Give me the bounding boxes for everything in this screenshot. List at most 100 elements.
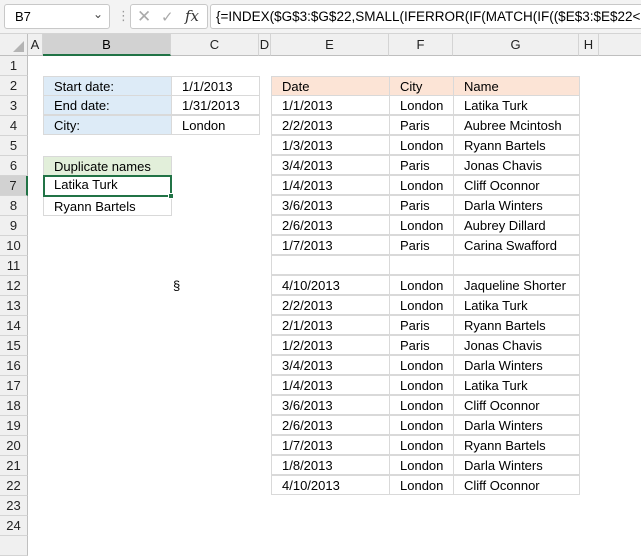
row-header-18[interactable]: 18 [0,396,28,416]
table-cell-name[interactable]: Ryann Bartels [453,315,580,335]
select-all-button[interactable] [0,34,28,56]
end-date-value[interactable]: 1/31/2013 [171,95,260,115]
table-cell-date[interactable]: 2/2/2013 [271,295,390,315]
table-cell-city[interactable]: London [389,395,454,415]
table-cell-city[interactable]: London [389,375,454,395]
table-cell-date[interactable]: 2/1/2013 [271,315,390,335]
row-header-15[interactable]: 15 [0,336,28,356]
column-header-c[interactable]: C [171,34,259,56]
row-header-2[interactable]: 2 [0,76,28,96]
close-icon[interactable]: ✕ [137,7,151,27]
table-cell-date[interactable]: 1/2/2013 [271,335,390,355]
table-cell-name[interactable]: Aubree Mcintosh [453,115,580,135]
table-cell-city[interactable]: Paris [389,315,454,335]
table-cell-city[interactable]: Paris [389,155,454,175]
table-cell-date[interactable]: 3/6/2013 [271,195,390,215]
table-cell-city[interactable]: London [389,135,454,155]
table-cell-name[interactable]: Aubrey Dillard [453,215,580,235]
table-cell-city[interactable]: Paris [389,335,454,355]
fill-handle[interactable] [168,193,174,199]
row-header-14[interactable]: 14 [0,316,28,336]
table-cell-date[interactable]: 3/4/2013 [271,355,390,375]
row-header-20[interactable]: 20 [0,436,28,456]
row-header-19[interactable]: 19 [0,416,28,436]
city-value[interactable]: London [171,115,260,135]
table-cell-name[interactable]: Ryann Bartels [453,135,580,155]
row-header-3[interactable]: 3 [0,96,28,116]
table-cell-name[interactable]: Jonas Chavis [453,335,580,355]
table-header-city[interactable]: City [389,76,454,96]
table-cell-date[interactable]: 3/6/2013 [271,395,390,415]
table-cell-name[interactable]: Jonas Chavis [453,155,580,175]
table-cell-name[interactable]: Darla Winters [453,355,580,375]
table-header-date[interactable]: Date [271,76,390,96]
table-cell-name[interactable]: Darla Winters [453,415,580,435]
table-cell-city[interactable]: Paris [389,115,454,135]
table-cell-name[interactable]: Jaqueline Shorter [453,275,580,295]
table-cell-name[interactable]: Carina Swafford [453,235,580,255]
column-header-b[interactable]: B [43,34,171,56]
duplicates-header[interactable]: Duplicate names [43,156,172,176]
table-cell-city[interactable]: London [389,475,454,495]
row-header-16[interactable]: 16 [0,356,28,376]
row-header-13[interactable]: 13 [0,296,28,316]
insert-function-icon[interactable]: fx [185,7,199,25]
name-box[interactable]: B7 ⌄ [4,4,110,29]
table-cell-city[interactable]: London [389,275,454,295]
row-header-7[interactable]: 7 [0,176,28,196]
table-cell-date[interactable]: 4/10/2013 [271,275,390,295]
column-header-g[interactable]: G [453,34,579,56]
duplicate-name-2[interactable]: Ryann Bartels [43,196,172,216]
start-date-label[interactable]: Start date: [43,76,172,96]
table-cell-date[interactable]: 1/3/2013 [271,135,390,155]
table-cell-name[interactable]: Latika Turk [453,295,580,315]
column-header-d[interactable]: D [259,34,271,56]
row-header-1[interactable]: 1 [0,56,28,76]
table-cell-city[interactable]: Paris [389,195,454,215]
table-cell-name[interactable]: Ryann Bartels [453,435,580,455]
column-header-f[interactable]: F [389,34,453,56]
table-cell-name[interactable]: Cliff Oconnor [453,395,580,415]
row-header-22[interactable]: 22 [0,476,28,496]
table-cell-date[interactable]: 1/4/2013 [271,375,390,395]
column-header-a[interactable]: A [28,34,43,56]
table-cell-name[interactable]: Latika Turk [453,95,580,115]
table-header-name[interactable]: Name [453,76,580,96]
table-cell-city[interactable]: London [389,295,454,315]
row-header-5[interactable]: 5 [0,136,28,156]
table-cell-name[interactable]: Cliff Oconnor [453,175,580,195]
table-cell-date[interactable]: 4/10/2013 [271,475,390,495]
city-label[interactable]: City: [43,115,172,135]
table-cell-city[interactable]: London [389,175,454,195]
table-cell-city[interactable]: London [389,455,454,475]
table-cell-date[interactable]: 1/1/2013 [271,95,390,115]
start-date-value[interactable]: 1/1/2013 [171,76,260,96]
active-cell-b7[interactable]: Latika Turk [43,175,172,197]
table-cell-city[interactable]: London [389,215,454,235]
table-cell-city[interactable]: London [389,435,454,455]
more-options-icon[interactable]: ⋮ [117,8,130,24]
row-header-10[interactable]: 10 [0,236,28,256]
table-cell-city[interactable]: Paris [389,235,454,255]
row-header-23[interactable]: 23 [0,496,28,516]
row-header-4[interactable]: 4 [0,116,28,136]
table-cell-city[interactable]: London [389,415,454,435]
table-cell-name[interactable]: Latika Turk [453,375,580,395]
table-cell-date[interactable]: 1/7/2013 [271,235,390,255]
table-cell-name[interactable]: Darla Winters [453,455,580,475]
column-header-h[interactable]: H [579,34,599,56]
table-cell-name[interactable]: Cliff Oconnor [453,475,580,495]
row-header-24[interactable]: 24 [0,516,28,536]
table-cell-date[interactable]: 3/4/2013 [271,155,390,175]
table-cell-date[interactable] [271,255,390,275]
formula-input[interactable]: {=INDEX($G$3:$G$22,SMALL(IFERROR(IF(MATC… [210,4,641,29]
table-cell-date[interactable]: 2/6/2013 [271,415,390,435]
table-cell-name[interactable]: Darla Winters [453,195,580,215]
table-cell-city[interactable]: London [389,355,454,375]
row-header-8[interactable]: 8 [0,196,28,216]
column-header-e[interactable]: E [271,34,389,56]
table-cell-date[interactable]: 1/4/2013 [271,175,390,195]
row-header-21[interactable]: 21 [0,456,28,476]
chevron-down-icon[interactable]: ⌄ [93,7,103,21]
row-header-17[interactable]: 17 [0,376,28,396]
